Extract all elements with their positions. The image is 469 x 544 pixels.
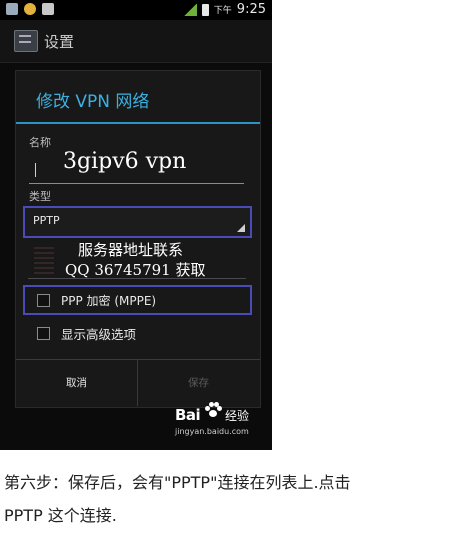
caption-line-2: PPTP 这个连接. [4, 506, 117, 525]
caption-line-1: 第六步：保存后，会有"PPTP"连接在列表上.点击 [4, 473, 351, 492]
show-advanced-checkbox[interactable] [37, 327, 50, 340]
status-time: 9:25 [236, 2, 266, 17]
edit-vpn-dialog: 修改 VPN 网络 名称 3gipv6 vpn 类型 PPTP 服务器地址联系 … [15, 70, 261, 408]
cancel-button-label: 取消 [66, 377, 87, 389]
dialog-title: 修改 VPN 网络 [36, 92, 150, 112]
paw-icon [205, 402, 222, 418]
dialog-title-divider [16, 122, 260, 124]
notification-alert-icon [24, 3, 36, 15]
watermark-logo: Bai [175, 406, 201, 424]
step-caption: 第六步：保存后，会有"PPTP"连接在列表上.点击 PPTP 这个连接. [4, 466, 464, 532]
notification-icons [6, 3, 54, 15]
name-input[interactable]: 3gipv6 vpn [29, 143, 244, 184]
notification-image-icon [42, 3, 54, 15]
status-ampm: 下午 [213, 6, 232, 16]
show-advanced-option[interactable]: 显示高级选项 [23, 321, 248, 345]
watermark-url: jingyan.baidu.com [175, 427, 249, 436]
type-dropdown[interactable]: PPTP [23, 206, 252, 238]
dialog-button-bar: 取消 保存 [16, 359, 260, 406]
save-button-label: 保存 [188, 377, 209, 389]
name-value: 3gipv6 vpn [63, 149, 187, 174]
settings-icon[interactable] [14, 30, 38, 52]
server-note-line2: QQ 36745791 获取 [65, 261, 206, 279]
watermark-suffix: 经验 [225, 409, 250, 423]
action-bar: 设置 [0, 20, 272, 63]
obscured-label [34, 246, 54, 274]
battery-icon [201, 3, 209, 16]
type-selected-value: PPTP [33, 214, 60, 227]
phone-screenshot: 下午 9:25 设置 修改 VPN 网络 名称 3gipv6 vpn 类型 PP… [0, 0, 272, 450]
text-cursor [35, 163, 36, 177]
ppp-encryption-label: PPP 加密 (MPPE) [61, 294, 157, 308]
server-note-line1: 服务器地址联系 [78, 241, 184, 259]
ppp-encryption-checkbox[interactable] [37, 294, 50, 307]
status-right: 下午 9:25 [182, 2, 266, 17]
action-bar-title: 设置 [44, 33, 75, 51]
status-bar: 下午 9:25 [0, 0, 272, 20]
signal-icon [182, 3, 197, 16]
ppp-encryption-option[interactable]: PPP 加密 (MPPE) [23, 285, 252, 315]
cancel-button[interactable]: 取消 [16, 360, 138, 406]
show-advanced-label: 显示高级选项 [61, 327, 137, 342]
type-label: 类型 [29, 190, 51, 203]
notification-app-icon [6, 3, 18, 15]
server-address-input[interactable]: 服务器地址联系 QQ 36745791 获取 [28, 236, 246, 279]
dropdown-corner-icon [237, 224, 245, 232]
baidu-jingyan-watermark: Bai 经验 jingyan.baidu.com [175, 400, 265, 444]
